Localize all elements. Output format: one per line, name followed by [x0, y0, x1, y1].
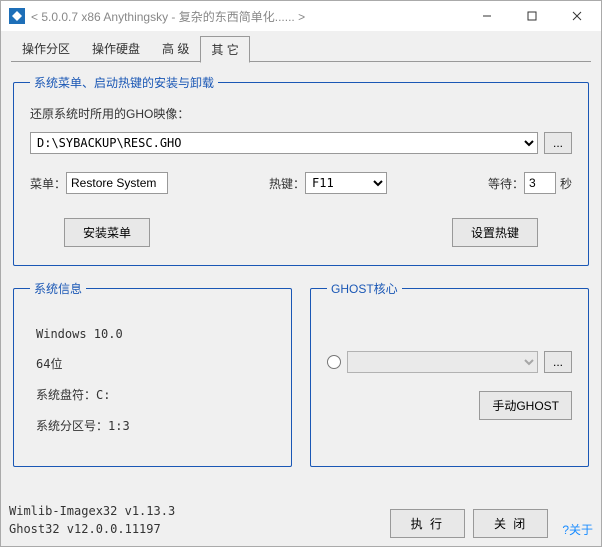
maximize-button[interactable] — [509, 2, 554, 30]
close-app-button[interactable]: 关 闭 — [473, 509, 548, 538]
wait-label: 等待： — [488, 175, 524, 192]
gho-select[interactable]: D:\SYBACKUP\RESC.GHO — [30, 132, 538, 154]
window-controls — [464, 2, 599, 30]
app-window: < 5.0.0.7 x86 Anythingsky - 复杂的东西简单化....… — [0, 0, 602, 547]
ver-ghost32: Ghost32 v12.0.0.11197 — [9, 520, 382, 538]
menu-label: 菜单： — [30, 175, 66, 192]
tab-other[interactable]: 其 它 — [200, 36, 249, 63]
footer-versions: Wimlib-Imagex32 v1.13.3 Ghost32 v12.0.0.… — [9, 502, 382, 538]
sysinfo-partition: 系统分区号：1:3 — [36, 417, 275, 434]
menu-input[interactable] — [66, 172, 168, 194]
app-icon — [9, 8, 25, 24]
group-sysmenu-legend: 系统菜单、启动热键的安装与卸载 — [30, 74, 218, 91]
manual-ghost-button[interactable]: 手动GHOST — [479, 391, 572, 420]
lower-row: 系统信息 Windows 10.0 64位 系统盘符：C: 系统分区号：1:3 … — [11, 276, 591, 477]
content-area: 操作分区 操作硬盘 高 级 其 它 系统菜单、启动热键的安装与卸载 还原系统时所… — [1, 31, 601, 496]
gho-browse-button[interactable]: ... — [544, 132, 572, 154]
close-button[interactable] — [554, 2, 599, 30]
tab-pane-other: 系统菜单、启动热键的安装与卸载 还原系统时所用的GHO映像： D:\SYBACK… — [11, 61, 591, 486]
ver-wimlib: Wimlib-Imagex32 v1.13.3 — [9, 502, 382, 520]
sysinfo-bits: 64位 — [36, 355, 275, 372]
about-link[interactable]: ?关于 — [562, 521, 593, 538]
set-hotkey-button[interactable]: 设置热键 — [452, 218, 538, 247]
install-menu-button[interactable]: 安装菜单 — [64, 218, 150, 247]
titlebar: < 5.0.0.7 x86 Anythingsky - 复杂的东西简单化....… — [1, 1, 601, 31]
tab-advanced[interactable]: 高 级 — [151, 35, 200, 62]
execute-button[interactable]: 执 行 — [390, 509, 465, 538]
tab-strip: 操作分区 操作硬盘 高 级 其 它 — [11, 35, 591, 62]
group-ghostcore: GHOST核心 ... 手动GHOST — [310, 280, 589, 467]
group-sysmenu: 系统菜单、启动热键的安装与卸载 还原系统时所用的GHO映像： D:\SYBACK… — [13, 74, 589, 266]
titlebar-text: < 5.0.0.7 x86 Anythingsky - 复杂的东西简单化....… — [31, 8, 464, 25]
sysinfo-drive: 系统盘符：C: — [36, 386, 275, 403]
tab-disk[interactable]: 操作硬盘 — [81, 35, 151, 62]
hotkey-select[interactable]: F11 — [305, 172, 387, 194]
wait-input[interactable] — [524, 172, 556, 194]
sysinfo-os: Windows 10.0 — [36, 327, 275, 341]
gho-label: 还原系统时所用的GHO映像： — [30, 105, 189, 122]
ghost-browse-button[interactable]: ... — [544, 351, 572, 373]
footer: Wimlib-Imagex32 v1.13.3 Ghost32 v12.0.0.… — [1, 496, 601, 546]
group-ghostcore-legend: GHOST核心 — [327, 280, 402, 297]
hotkey-label: 热键： — [269, 175, 305, 192]
ghost-select[interactable] — [347, 351, 538, 373]
group-sysinfo: 系统信息 Windows 10.0 64位 系统盘符：C: 系统分区号：1:3 — [13, 280, 292, 467]
ghost-radio[interactable] — [327, 355, 341, 369]
group-sysinfo-legend: 系统信息 — [30, 280, 86, 297]
wait-unit: 秒 — [560, 175, 572, 192]
minimize-button[interactable] — [464, 2, 509, 30]
tab-partition[interactable]: 操作分区 — [11, 35, 81, 62]
